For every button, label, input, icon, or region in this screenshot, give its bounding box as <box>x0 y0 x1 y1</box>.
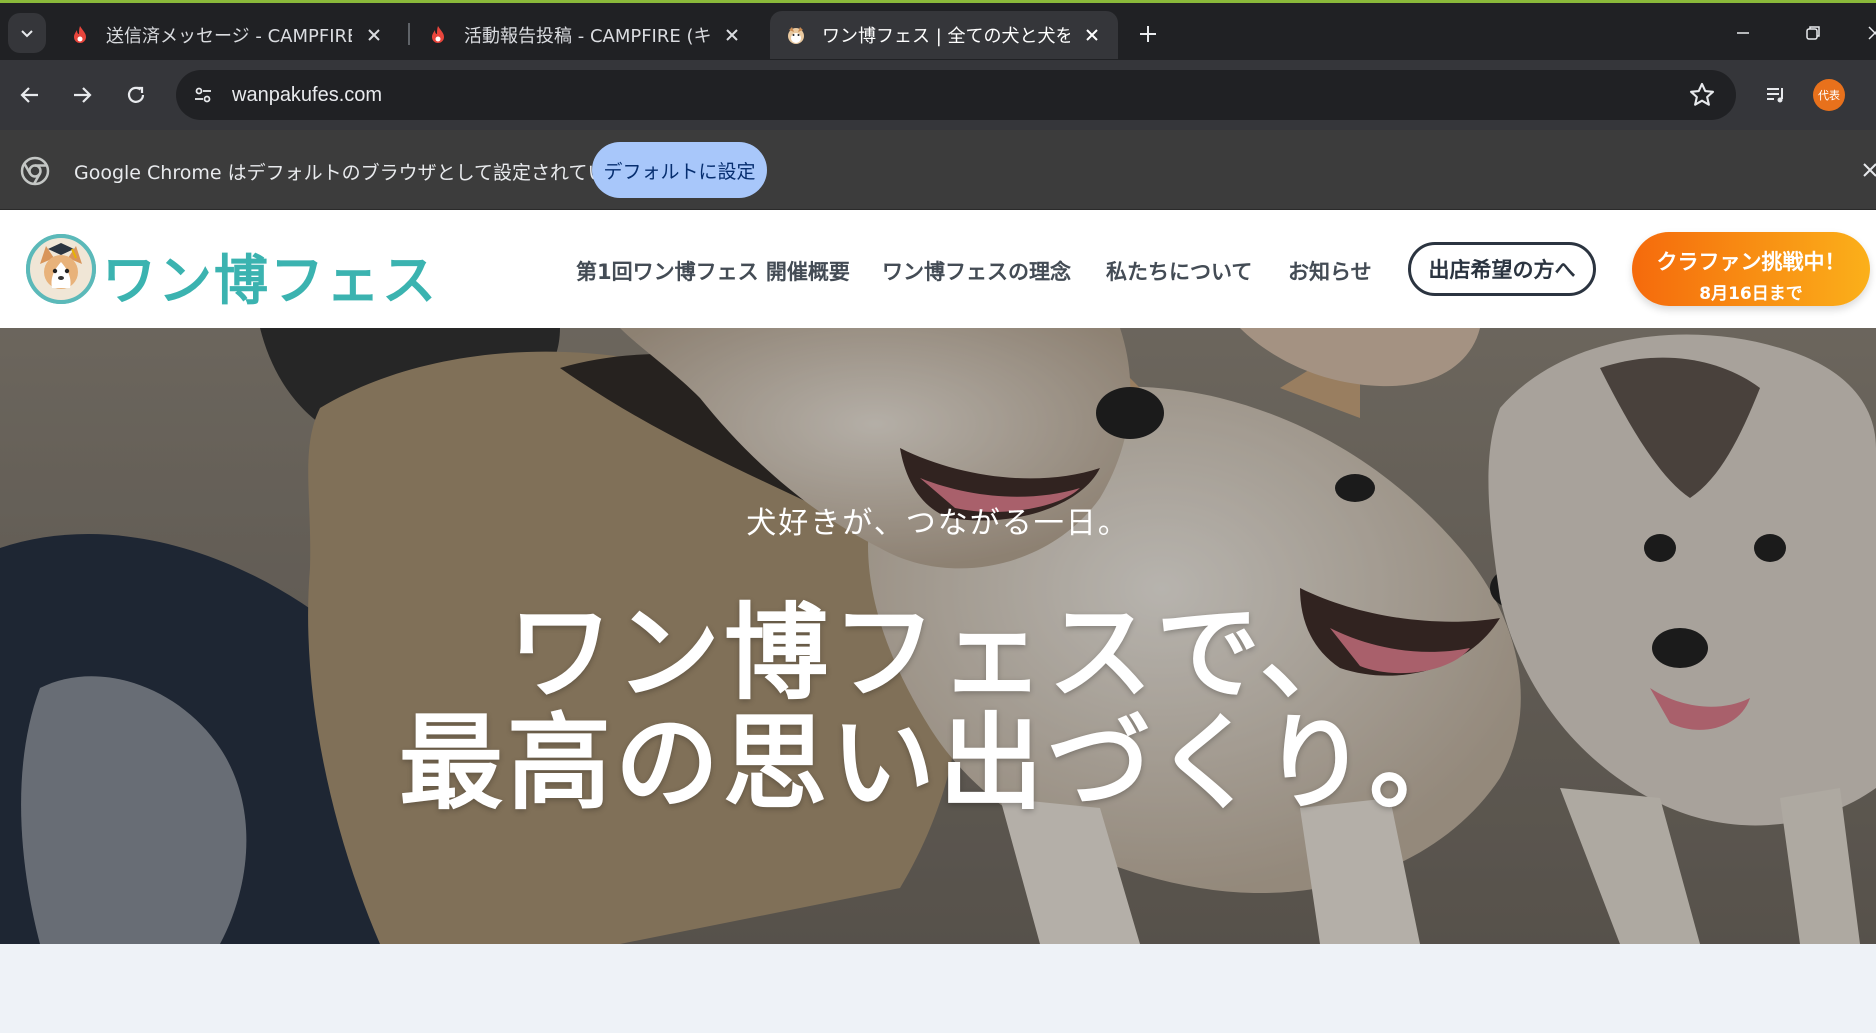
window-close-button[interactable] <box>1850 13 1876 53</box>
minimize-button[interactable] <box>1718 13 1768 53</box>
corgi-icon <box>788 27 804 44</box>
reload-button[interactable] <box>116 75 156 115</box>
plus-icon <box>1140 26 1156 42</box>
corgi-logo-icon[interactable] <box>26 234 96 304</box>
hero-subtitle: 犬好きが、つながる一日。 <box>746 506 1130 541</box>
tab-title: 送信済メッセージ - CAMPFIRE (キャ <box>106 26 352 47</box>
page-content-below-hero <box>0 944 1876 1033</box>
address-bar[interactable]: wanpakufes.com <box>176 70 1736 120</box>
tab-separator <box>408 23 410 45</box>
hero-section: 犬好きが、つながる一日。 ワン博フェスで、 最高の思い出づくり。 <box>0 328 1876 944</box>
arrow-right-icon <box>74 87 92 103</box>
close-icon[interactable] <box>720 23 744 47</box>
forward-button[interactable] <box>62 75 102 115</box>
reload-icon <box>127 86 145 103</box>
media-control-button[interactable] <box>1756 75 1796 115</box>
cta-line-2: 8月16日まで <box>1699 283 1803 304</box>
tab-campfire-messages[interactable]: 送信済メッセージ - CAMPFIRE (キャ <box>54 11 400 59</box>
close-icon[interactable] <box>362 23 386 47</box>
campfire-flame-icon <box>74 26 86 43</box>
cta-line-1: クラファン挑戦中！ <box>1656 249 1846 274</box>
playlist-icon <box>1767 88 1783 103</box>
close-icon <box>1868 26 1876 40</box>
tab-search-button[interactable] <box>8 13 46 53</box>
restore-icon <box>1806 26 1820 40</box>
site-header: ワン博フェス 第1回ワン博フェス 開催概要 ワン博フェスの理念 私たちについて … <box>0 210 1876 328</box>
tab-wanpakufes[interactable]: ワン博フェス | 全ての犬と犬を愛する <box>770 11 1118 59</box>
profile-avatar[interactable]: 代表 <box>1813 79 1845 111</box>
site-logo-text[interactable]: ワン博フェス <box>102 236 438 315</box>
nav-news[interactable]: お知らせ <box>1288 256 1372 286</box>
arrow-left-icon <box>20 87 38 103</box>
minimize-icon <box>1737 32 1749 34</box>
crowdfunding-cta-button[interactable]: クラファン挑戦中！ 8月16日まで <box>1632 232 1870 306</box>
url-text[interactable]: wanpakufes.com <box>232 84 382 107</box>
back-button[interactable] <box>10 75 50 115</box>
tab-title: ワン博フェス | 全ての犬と犬を愛する <box>822 26 1070 47</box>
default-browser-infobar: Google Chrome はデフォルトのブラウザとして設定されていません デフ… <box>0 130 1876 210</box>
chevron-down-icon <box>21 30 33 38</box>
tab-campfire-report[interactable]: 活動報告投稿 - CAMPFIRE (キャン <box>412 11 758 59</box>
bookmark-star-icon[interactable] <box>1688 81 1716 109</box>
tab-strip: 送信済メッセージ - CAMPFIRE (キャ 活動報告投稿 - CAMPFIR… <box>0 0 1876 60</box>
hero-title-line-2: 最高の思い出づくり。 <box>399 702 1477 824</box>
nav-event-overview[interactable]: 第1回ワン博フェス 開催概要 <box>576 256 850 286</box>
restore-button[interactable] <box>1788 13 1838 53</box>
exhibitor-button[interactable]: 出店希望の方へ <box>1408 242 1596 296</box>
close-icon[interactable] <box>1080 23 1104 47</box>
infobar-message: Google Chrome はデフォルトのブラウザとして設定されていません <box>74 162 663 184</box>
nav-about-us[interactable]: 私たちについて <box>1106 256 1252 286</box>
campfire-flame-icon <box>432 26 444 43</box>
chrome-icon <box>20 156 50 186</box>
tab-title: 活動報告投稿 - CAMPFIRE (キャン <box>464 26 710 47</box>
browser-toolbar: wanpakufes.com 代表 <box>0 60 1876 130</box>
nav-philosophy[interactable]: ワン博フェスの理念 <box>882 256 1071 286</box>
close-icon[interactable] <box>1862 156 1876 184</box>
set-default-button[interactable]: デフォルトに設定 <box>592 142 767 198</box>
site-info-icon[interactable] <box>188 80 218 110</box>
new-tab-button[interactable] <box>1128 17 1168 51</box>
